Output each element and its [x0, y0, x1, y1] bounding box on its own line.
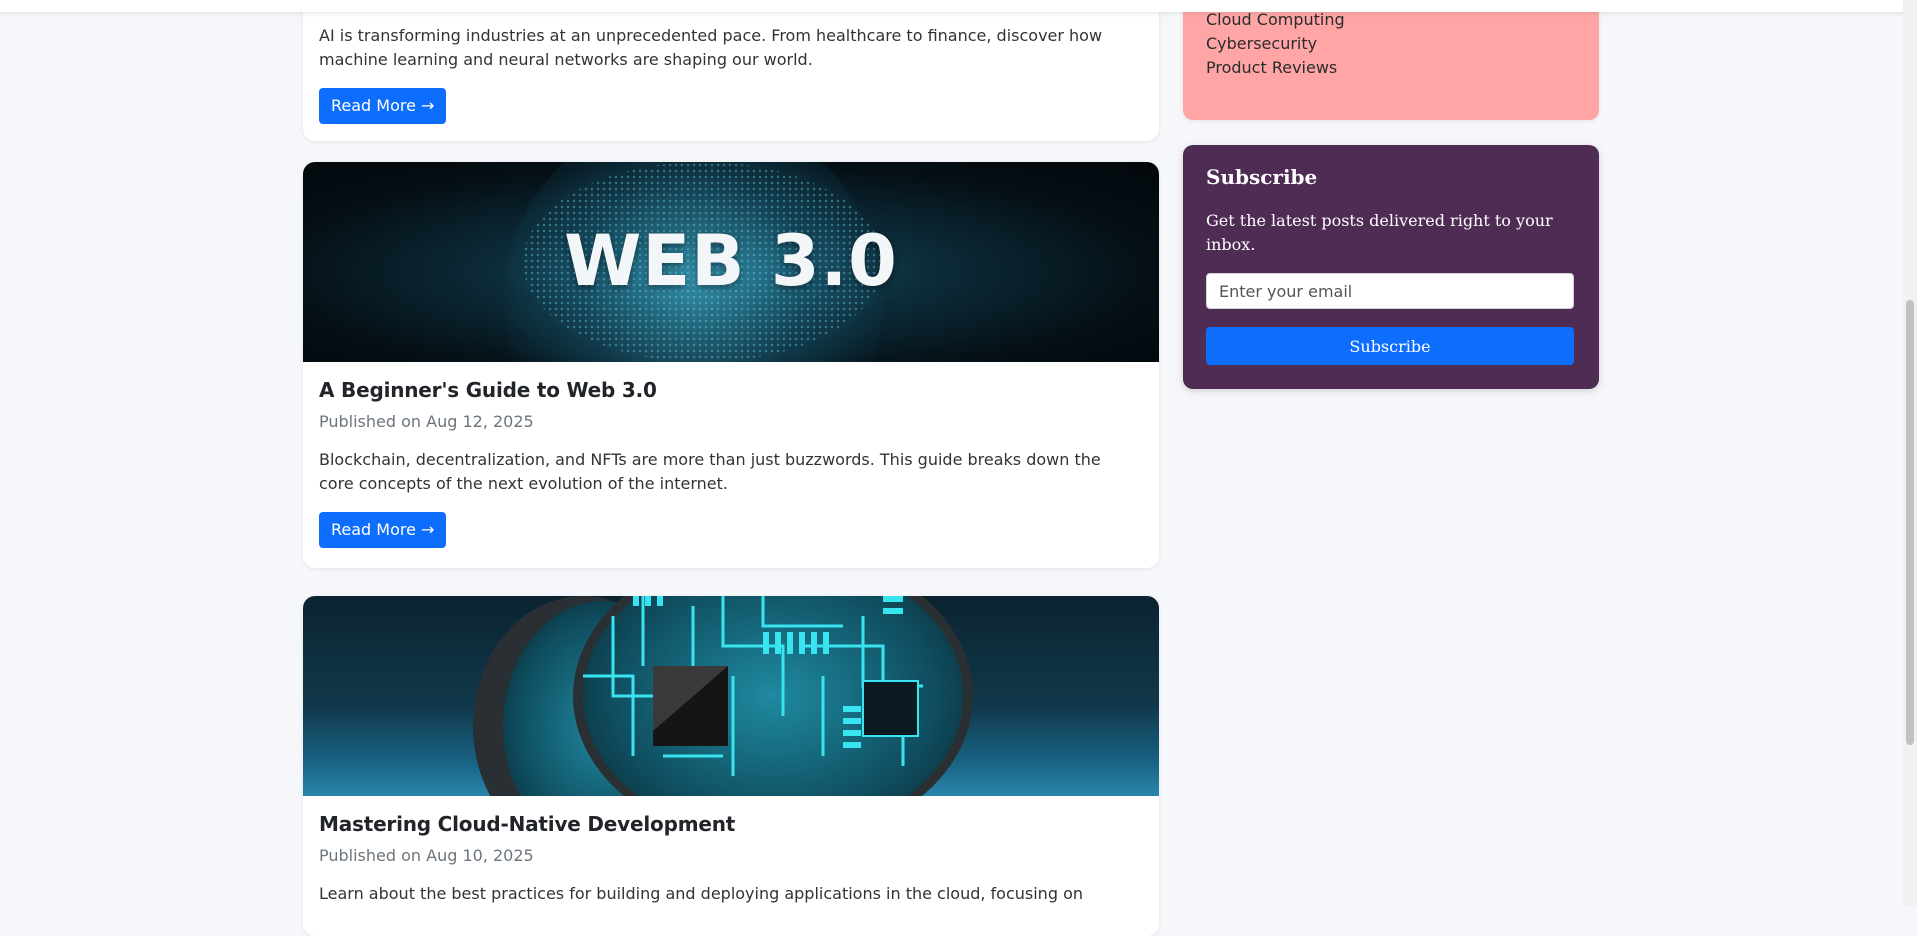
navbar	[0, 0, 1905, 12]
subscribe-title: Subscribe	[1206, 165, 1318, 189]
post-card: Mastering Cloud-Native Development Publi…	[303, 596, 1159, 936]
category-list: Cloud Computing Cybersecurity Product Re…	[1206, 8, 1345, 80]
subscribe-text: Get the latest posts delivered right to …	[1206, 211, 1553, 254]
post-image-web3[interactable]: WEB 3.0	[303, 162, 1159, 362]
post-image-cloud[interactable]	[303, 596, 1159, 796]
subscribe-button[interactable]: Subscribe	[1206, 327, 1574, 365]
read-more-button[interactable]: Read More →	[319, 512, 447, 548]
post-date: Published on Aug 10, 2025	[319, 846, 534, 865]
post-title[interactable]: A Beginner's Guide to Web 3.0	[319, 378, 1143, 402]
cloud-circuit-graphic	[473, 596, 973, 796]
post-title[interactable]: Mastering Cloud-Native Development	[319, 812, 1143, 836]
category-item-product-reviews[interactable]: Product Reviews	[1206, 56, 1345, 80]
subscribe-widget: Subscribe Get the latest posts delivered…	[1183, 145, 1599, 389]
email-input[interactable]	[1206, 273, 1574, 309]
post-excerpt: Blockchain, decentralization, and NFTs a…	[319, 450, 1101, 493]
post-card: WEB 3.0 A Beginner's Guide to Web 3.0 Pu…	[303, 162, 1159, 568]
category-item-cybersecurity[interactable]: Cybersecurity	[1206, 32, 1345, 56]
image-caption: WEB 3.0	[564, 220, 898, 302]
read-more-button[interactable]: Read More →	[319, 88, 447, 124]
categories-widget: Cloud Computing Cybersecurity Product Re…	[1183, 0, 1599, 120]
scrollbar-thumb[interactable]	[1906, 300, 1914, 745]
post-excerpt: Learn about the best practices for build…	[319, 884, 1083, 903]
post-date: Published on Aug 12, 2025	[319, 412, 534, 431]
post-excerpt: AI is transforming industries at an unpr…	[319, 26, 1103, 69]
scrollbar[interactable]	[1903, 0, 1917, 906]
post-card: AI is transforming industries at an unpr…	[303, 0, 1159, 141]
